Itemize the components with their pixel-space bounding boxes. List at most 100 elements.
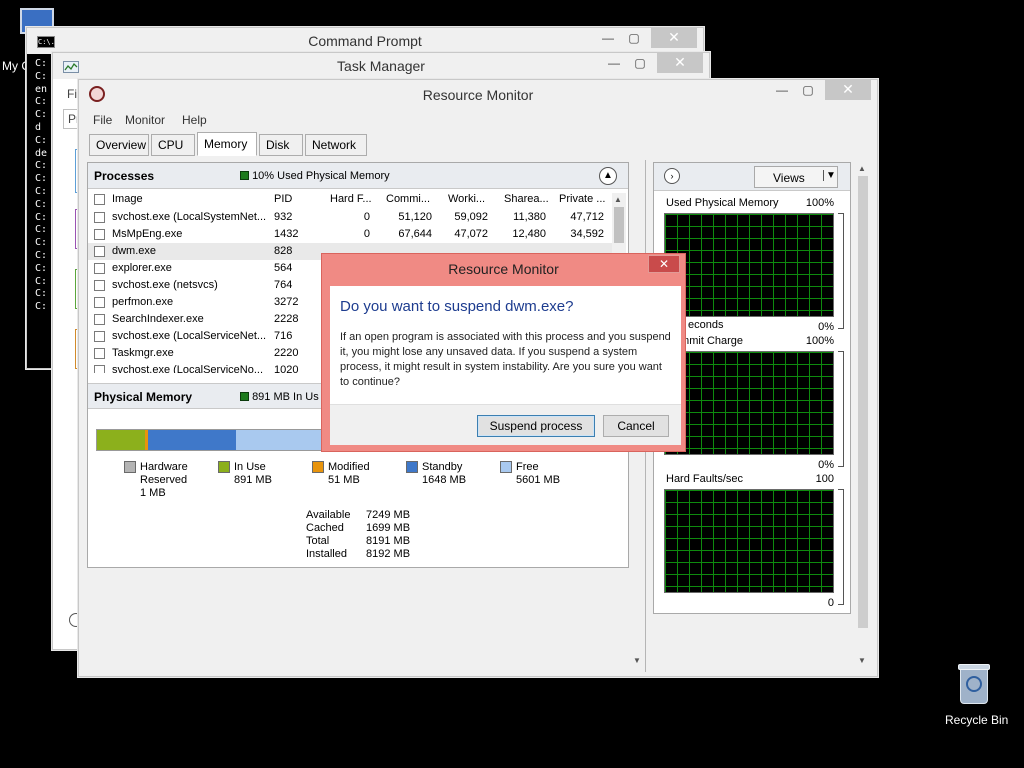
process-checkbox[interactable] <box>94 246 105 257</box>
command-prompt-titlebar[interactable]: C:\. Command Prompt — ▢ ✕ <box>27 28 703 54</box>
tab-strip: Overview CPU Memory Disk Network <box>89 132 367 158</box>
cmd-close-button[interactable]: ✕ <box>651 28 697 48</box>
legend-swatch <box>406 461 418 473</box>
process-cell-working: 47,072 <box>454 228 488 240</box>
physical-memory-status-text: 891 MB In Us <box>252 391 319 403</box>
process-cell-image: Taskmgr.exe <box>112 347 174 359</box>
views-button[interactable]: Views ▼ <box>754 166 838 188</box>
dialog-heading: Do you want to suspend dwm.exe? <box>340 298 574 315</box>
column-hard-faults[interactable]: Hard F... <box>330 193 372 205</box>
tab-network[interactable]: Network <box>305 134 367 156</box>
expand-graph-panel-icon[interactable]: › <box>664 168 680 184</box>
processes-column-header: Image PID Hard F... Commi... Worki... Sh… <box>88 191 616 209</box>
process-checkbox[interactable] <box>94 348 105 359</box>
graph-panel-scrollbar[interactable]: ▲ ▼ <box>855 162 871 670</box>
process-row[interactable]: MsMpEng.exe 1432 0 67,644 47,072 12,480 34,592 <box>88 226 612 243</box>
graph-scroll-up-icon[interactable]: ▲ <box>858 164 866 173</box>
column-shareable[interactable]: Sharea... <box>504 193 549 205</box>
select-all-checkbox[interactable] <box>94 194 105 205</box>
graph-scrollbar-thumb[interactable] <box>858 176 868 628</box>
process-checkbox[interactable] <box>94 365 105 373</box>
graph-scroll-down-icon[interactable]: ▼ <box>858 656 866 665</box>
rm-minimize-button[interactable]: — <box>769 80 795 100</box>
process-cell-image: svchost.exe (netsvcs) <box>112 279 218 291</box>
tab-overview[interactable]: Overview <box>89 134 149 156</box>
process-checkbox[interactable] <box>94 263 105 274</box>
legend-swatch <box>124 461 136 473</box>
column-private[interactable]: Private ... <box>559 193 605 205</box>
process-cell-pid: 1020 <box>274 364 299 373</box>
summary-label: Available <box>306 509 351 521</box>
tab-cpu[interactable]: CPU <box>151 134 195 156</box>
process-checkbox[interactable] <box>94 212 105 223</box>
menu-monitor[interactable]: Monitor <box>125 113 165 127</box>
process-cell-image: dwm.exe <box>112 245 157 257</box>
suspend-process-button[interactable]: Suspend process <box>477 415 595 437</box>
tm-minimize-button[interactable]: — <box>601 53 627 73</box>
views-label: Views <box>773 171 805 185</box>
recycle-bin-icon[interactable] <box>956 662 992 706</box>
cancel-button[interactable]: Cancel <box>603 415 669 437</box>
dialog-button-bar: Suspend process Cancel <box>330 404 681 445</box>
column-working[interactable]: Worki... <box>448 193 485 205</box>
process-cell-private: 47,712 <box>570 211 604 223</box>
tm-close-button[interactable]: ✕ <box>657 53 703 73</box>
memory-bar-segment-standby <box>147 430 236 450</box>
summary-value: 7249 MB <box>366 509 411 521</box>
task-manager-titlebar[interactable]: Task Manager — ▢ ✕ <box>53 53 709 79</box>
summary-label: Total <box>306 535 330 547</box>
summary-value: 8191 MB <box>366 535 411 547</box>
cmd-minimize-button[interactable]: — <box>595 28 621 48</box>
legend-value: 1648 MB <box>422 474 467 486</box>
menu-file[interactable]: File <box>93 113 112 127</box>
process-cell-pid: 828 <box>274 245 293 257</box>
dialog-title: Resource Monitor <box>448 261 559 277</box>
process-cell-shareable: 11,380 <box>513 211 546 223</box>
graph-scale-bracket <box>838 213 844 329</box>
rm-maximize-button[interactable]: ▢ <box>795 80 821 100</box>
collapse-processes-button[interactable]: ▲ <box>599 167 617 185</box>
process-cell-pid: 3272 <box>274 296 299 308</box>
process-checkbox[interactable] <box>94 297 105 308</box>
graph-canvas <box>664 489 834 593</box>
legend-swatch <box>218 461 230 473</box>
process-cell-hard: 0 <box>363 228 370 240</box>
graph-min-label: 0 <box>827 597 834 609</box>
process-cell-image: explorer.exe <box>112 262 172 274</box>
scrollbar-thumb[interactable] <box>614 207 624 243</box>
process-checkbox[interactable] <box>94 331 105 342</box>
legend-label-line2: Reserved <box>140 474 188 486</box>
graph-canvas <box>664 351 834 455</box>
resource-monitor-titlebar[interactable]: Resource Monitor — ▢ ✕ <box>79 80 877 108</box>
scroll-up-icon[interactable]: ▲ <box>614 195 622 204</box>
process-checkbox[interactable] <box>94 229 105 240</box>
tab-memory[interactable]: Memory <box>197 132 257 156</box>
legend-label: Hardware <box>140 461 188 473</box>
process-row[interactable]: svchost.exe (LocalSystemNet... 932 0 51,120… <box>88 209 612 226</box>
graph-max-label: 100% <box>805 335 834 347</box>
processes-header[interactable]: Processes 10% Used Physical Memory ▲ <box>88 163 628 189</box>
process-checkbox[interactable] <box>94 280 105 291</box>
tm-maximize-button[interactable]: ▢ <box>627 53 653 73</box>
suspend-dialog[interactable]: Resource Monitor ✕ Do you want to suspen… <box>321 253 686 452</box>
legend-value: 1 MB <box>140 487 166 499</box>
left-scroll-down-icon[interactable]: ▼ <box>633 656 641 665</box>
rm-close-button[interactable]: ✕ <box>825 80 871 100</box>
tab-disk[interactable]: Disk <box>259 134 303 156</box>
summary-value: 8192 MB <box>366 548 411 560</box>
process-cell-image: perfmon.exe <box>112 296 174 308</box>
processes-status-text: 10% Used Physical Memory <box>252 170 390 182</box>
graph-scale-bracket <box>838 351 844 467</box>
views-dropdown-icon[interactable]: ▼ <box>823 170 836 181</box>
summary-label: Cached <box>306 522 344 534</box>
cmd-maximize-button[interactable]: ▢ <box>621 28 647 48</box>
dialog-close-button[interactable]: ✕ <box>648 255 680 273</box>
summary-value: 1699 MB <box>366 522 411 534</box>
column-commit[interactable]: Commi... <box>386 193 430 205</box>
recycle-bin-label[interactable]: Recycle Bin <box>945 713 1008 727</box>
column-image[interactable]: Image <box>112 193 143 205</box>
column-pid[interactable]: PID <box>274 193 292 205</box>
process-checkbox[interactable] <box>94 314 105 325</box>
process-cell-image: svchost.exe (LocalServiceNet... <box>112 330 267 342</box>
menu-help[interactable]: Help <box>182 113 207 127</box>
